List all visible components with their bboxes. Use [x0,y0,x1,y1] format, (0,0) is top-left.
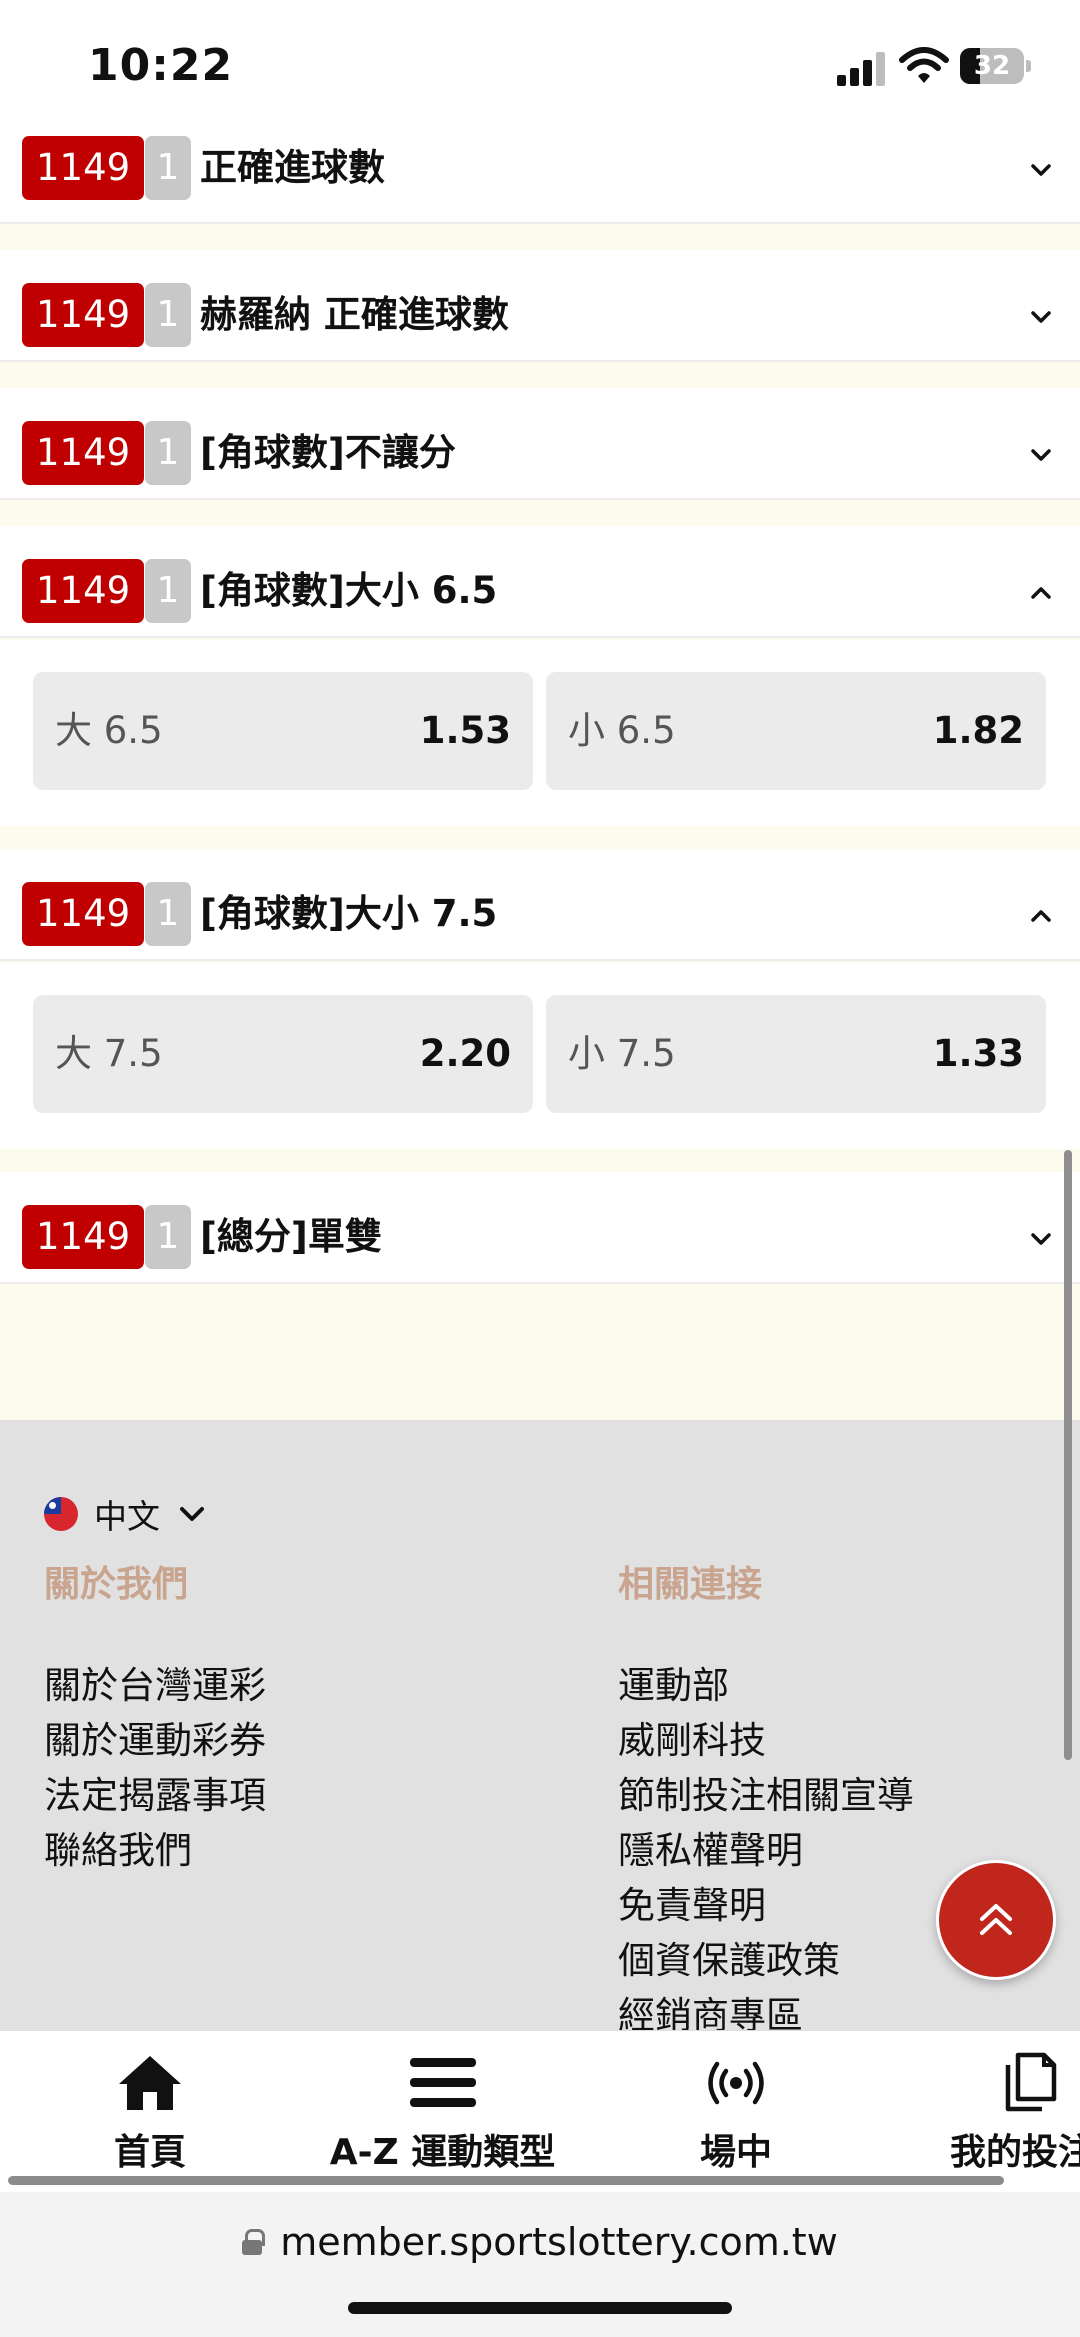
documents-icon [950,2051,1080,2115]
footer-link-about-tsl[interactable]: 關於台灣運彩 [44,1655,266,1709]
language-label: 中文 [94,1497,160,1536]
market-num-badge: 1 [145,421,191,485]
cellular-signal-icon [837,52,887,86]
market-header-girona-correct-score[interactable]: 1149 1 赫羅納 正確進球數 [0,250,1080,362]
market-header-total-odd-even[interactable]: 1149 1 [總分]單雙 [0,1172,1080,1284]
odds-value: 1.53 [419,709,511,752]
market-header-corner-moneyline[interactable]: 1149 1 [角球數]不讓分 [0,388,1080,500]
market-id-badge: 1149 [22,882,145,946]
market-id-badge: 1149 [22,1205,145,1269]
market-id-badge: 1149 [22,421,145,485]
odds-panel: 大 6.5 1.53 小 6.5 1.82 [0,640,1080,826]
market-title: [角球數]大小 7.5 [200,892,498,935]
odds-label: 小 7.5 [568,1032,676,1075]
status-bar: 10:22 32 [0,0,1080,130]
footer-link-sports-ministry[interactable]: 運動部 [618,1655,729,1709]
footer-link-about-sports-lottery[interactable]: 關於運動彩券 [44,1710,266,1764]
odds-button-under-7-5[interactable]: 小 7.5 1.33 [546,995,1046,1113]
footer-link-legal-disclosure[interactable]: 法定揭露事項 [44,1765,266,1819]
odds-label: 大 7.5 [55,1032,163,1075]
chevron-down-icon[interactable] [1026,440,1056,470]
odds-panel: 大 7.5 2.20 小 7.5 1.33 [0,963,1080,1149]
odds-value: 1.82 [932,709,1024,752]
odds-button-under-6-5[interactable]: 小 6.5 1.82 [546,672,1046,790]
nav-live[interactable]: 場中 [666,2051,806,2175]
nav-label: 首頁 [113,2132,186,2173]
market-id-badge: 1149 [22,559,145,623]
nav-label: A-Z 運動類型 [329,2132,556,2173]
market-title: 赫羅納 正確進球數 [200,293,509,336]
battery-cap [1026,60,1031,72]
footer-link-privacy[interactable]: 隱私權聲明 [618,1820,803,1874]
market-num-badge: 1 [145,882,191,946]
taiwan-flag-icon [44,1497,78,1531]
market-header-correct-score[interactable]: 1149 1 正確進球數 [0,112,1080,224]
odds-label: 小 6.5 [568,709,676,752]
nav-label: 場中 [699,2132,772,2173]
chevron-down-icon[interactable] [1026,155,1056,185]
market-num-badge: 1 [145,1205,191,1269]
odds-button-over-6-5[interactable]: 大 6.5 1.53 [33,672,533,790]
footer-link-responsible-gaming[interactable]: 節制投注相關宣導 [618,1765,914,1819]
browser-address-bar[interactable]: member.sportslottery.com.tw [0,2192,1080,2337]
related-links-heading: 相關連接 [618,1564,763,1605]
odds-value: 1.33 [932,1032,1024,1075]
market-num-badge: 1 [145,283,191,347]
chevron-up-icon[interactable] [1026,578,1056,608]
nav-label: 我的投注 [950,2132,1080,2173]
site-footer: 中文 關於我們 關於台灣運彩 關於運動彩券 法定揭露事項 聯絡我們 相關連接 運… [0,1420,1080,2030]
url-text: member.sportslottery.com.tw [280,2220,838,2264]
bottom-navigation: 首頁 A-Z 運動類型 場中 我的投注 [0,2030,1080,2192]
nav-home[interactable]: 首頁 [80,2051,220,2175]
vertical-scrollbar[interactable] [1064,1150,1072,1760]
odds-label: 大 6.5 [55,709,163,752]
footer-link-disclaimer[interactable]: 免責聲明 [618,1875,766,1929]
market-header-corner-total-6-5[interactable]: 1149 1 [角球數]大小 6.5 [0,526,1080,638]
battery-icon: 32 [960,48,1024,84]
footer-link-data-protection[interactable]: 個資保護政策 [618,1930,840,1984]
odds-value: 2.20 [419,1032,511,1075]
home-icon [80,2051,220,2115]
live-broadcast-icon [666,2051,806,2115]
chevron-down-icon[interactable] [1026,1224,1056,1254]
home-indicator[interactable] [348,2302,732,2314]
nav-my-bets[interactable]: 我的投注 [950,2051,1080,2175]
back-to-top-button[interactable] [936,1860,1056,1980]
nav-az-sports[interactable]: A-Z 運動類型 [320,2051,565,2175]
chevron-up-icon[interactable] [1026,901,1056,931]
status-time: 10:22 [88,40,234,91]
battery-level: 32 [973,51,1011,81]
chevron-down-icon [180,1507,204,1521]
footer-link-contact-us[interactable]: 聯絡我們 [44,1820,192,1874]
market-title: [角球數]大小 6.5 [200,569,498,612]
about-us-heading: 關於我們 [44,1564,189,1605]
market-num-badge: 1 [145,136,191,200]
market-id-badge: 1149 [22,283,145,347]
market-title: [角球數]不讓分 [200,431,456,474]
odds-button-over-7-5[interactable]: 大 7.5 2.20 [33,995,533,1113]
market-title: 正確進球數 [200,146,385,189]
double-chevron-up-icon [980,1904,1012,1935]
market-id-badge: 1149 [22,136,145,200]
market-title: [總分]單雙 [200,1215,382,1258]
market-header-corner-total-7-5[interactable]: 1149 1 [角球數]大小 7.5 [0,849,1080,961]
language-selector[interactable]: 中文 [44,1486,208,1542]
footer-link-dealer-zone[interactable]: 經銷商專區 [618,1985,803,2030]
lock-icon [242,2229,266,2255]
footer-link-adata[interactable]: 威剛科技 [618,1710,766,1764]
horizontal-scrollbar[interactable] [8,2176,1004,2185]
wifi-icon [898,46,950,86]
menu-icon [320,2051,565,2115]
market-num-badge: 1 [145,559,191,623]
chevron-down-icon[interactable] [1026,302,1056,332]
